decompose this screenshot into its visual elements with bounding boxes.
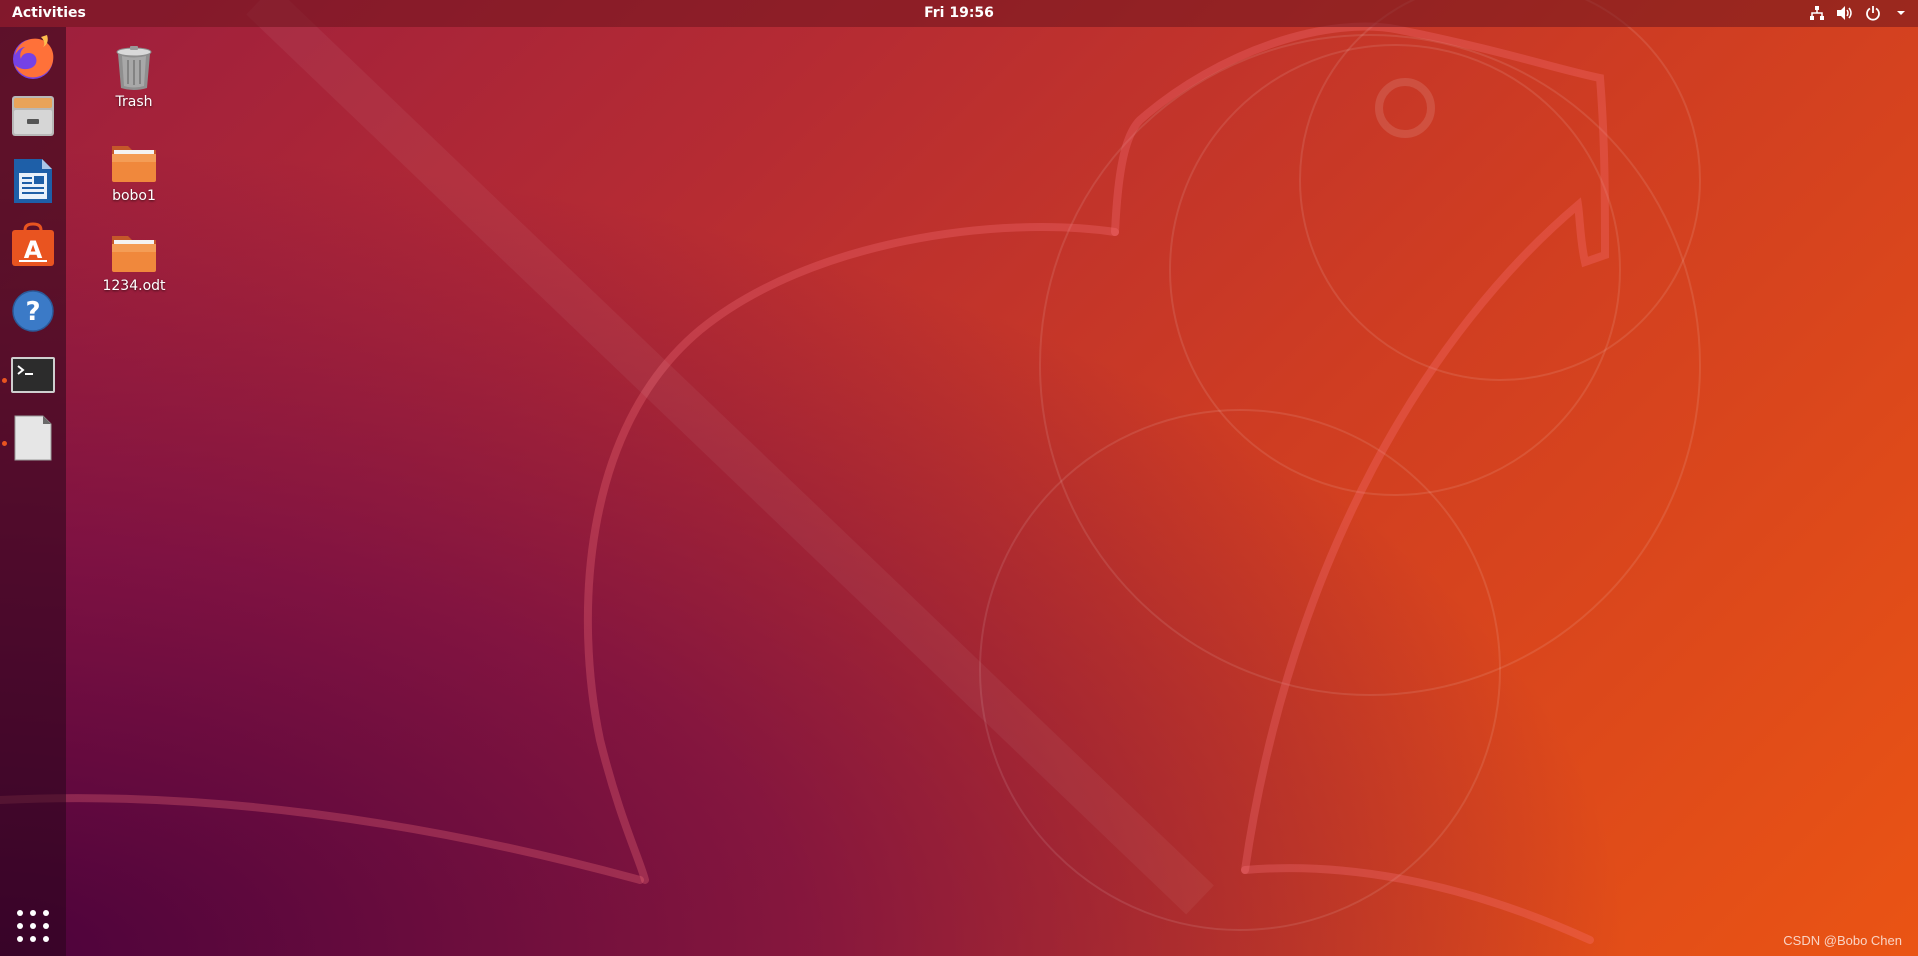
ubuntu-software-icon: A (12, 222, 54, 266)
dock-item-software[interactable]: A (7, 219, 59, 271)
help-icon: ? (12, 290, 54, 332)
clock-button[interactable]: Fri 19:56 (924, 5, 994, 21)
trash-icon (110, 44, 158, 92)
watermark: CSDN @Bobo Chen (1783, 933, 1902, 948)
desktop-icon-label: 1234.odt (102, 278, 166, 294)
desktop-icon-label: bobo1 (112, 188, 156, 204)
desktop-icon-bobo1[interactable]: bobo1 (89, 138, 179, 204)
dock-item-terminal[interactable] (7, 349, 59, 401)
libreoffice-writer-icon (14, 159, 52, 203)
running-indicator (2, 441, 7, 446)
terminal-icon (11, 357, 55, 393)
dock-item-writer[interactable] (7, 155, 59, 207)
system-tray[interactable] (1808, 3, 1910, 23)
folder-icon (110, 228, 158, 276)
folder-icon (110, 138, 158, 186)
desktop-icon-1234-odt[interactable]: 1234.odt (89, 228, 179, 294)
desktop-icon-trash[interactable]: Trash (89, 44, 179, 110)
dock: A ? (0, 27, 66, 956)
wallpaper-line-art (0, 0, 1701, 944)
dock-item-firefox[interactable] (7, 31, 59, 83)
svg-text:?: ? (25, 297, 40, 327)
firefox-icon (13, 35, 54, 79)
svg-text:A: A (24, 236, 43, 264)
power-icon[interactable] (1864, 4, 1882, 22)
dock-item-document[interactable] (7, 412, 59, 464)
network-icon[interactable] (1808, 4, 1826, 22)
dock-item-files[interactable] (7, 89, 59, 141)
volume-icon[interactable] (1836, 4, 1854, 22)
files-icon (12, 96, 54, 136)
chevron-down-icon[interactable] (1892, 4, 1910, 22)
desktop-wallpaper (0, 0, 1918, 956)
clock-area: Fri 19:56 (0, 5, 1918, 21)
activities-button[interactable]: Activities (12, 5, 86, 21)
text-document-icon (14, 415, 52, 461)
dock-item-help[interactable]: ? (7, 285, 59, 337)
running-indicator (2, 378, 7, 383)
app-grid-icon (17, 910, 49, 942)
desktop-icon-label: Trash (115, 94, 153, 110)
show-applications-button[interactable] (13, 906, 53, 946)
top-bar: Activities Fri 19:56 (0, 0, 1918, 27)
